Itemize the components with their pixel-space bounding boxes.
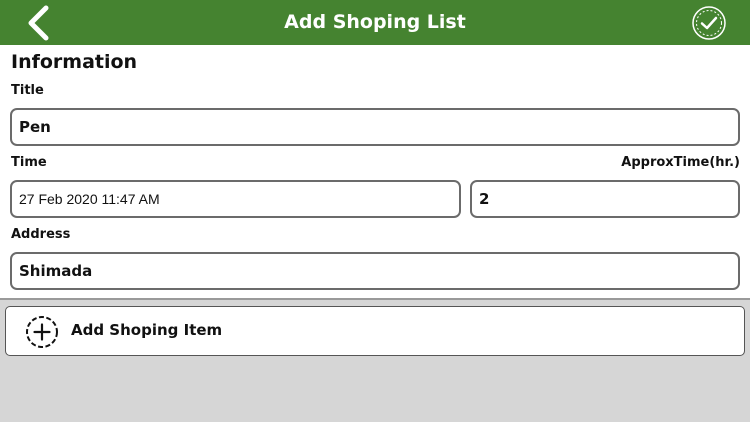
address-label: Address <box>11 227 71 242</box>
information-form: Information Title Pen Time ApproxTime(hr… <box>0 45 750 298</box>
add-shoping-item-button[interactable]: Add Shoping Item <box>5 306 745 356</box>
chevron-left-icon[interactable] <box>24 5 54 41</box>
title-field[interactable]: Pen <box>10 108 740 146</box>
nav-bar: Add Shoping List <box>0 0 750 45</box>
address-field[interactable]: Shimada <box>10 252 740 290</box>
divider <box>0 298 750 300</box>
plus-circle-icon <box>26 316 58 348</box>
page-title: Add Shoping List <box>284 11 466 33</box>
section-title: Information <box>11 51 138 73</box>
time-field[interactable]: 27 Feb 2020 11:47 AM <box>10 180 461 218</box>
title-label: Title <box>11 83 44 98</box>
approx-time-field[interactable]: 2 <box>470 180 740 218</box>
add-shoping-item-label: Add Shoping Item <box>71 321 223 339</box>
approx-time-label: ApproxTime(hr.) <box>621 155 740 170</box>
time-label: Time <box>11 155 47 170</box>
check-circle-icon[interactable] <box>691 5 727 41</box>
